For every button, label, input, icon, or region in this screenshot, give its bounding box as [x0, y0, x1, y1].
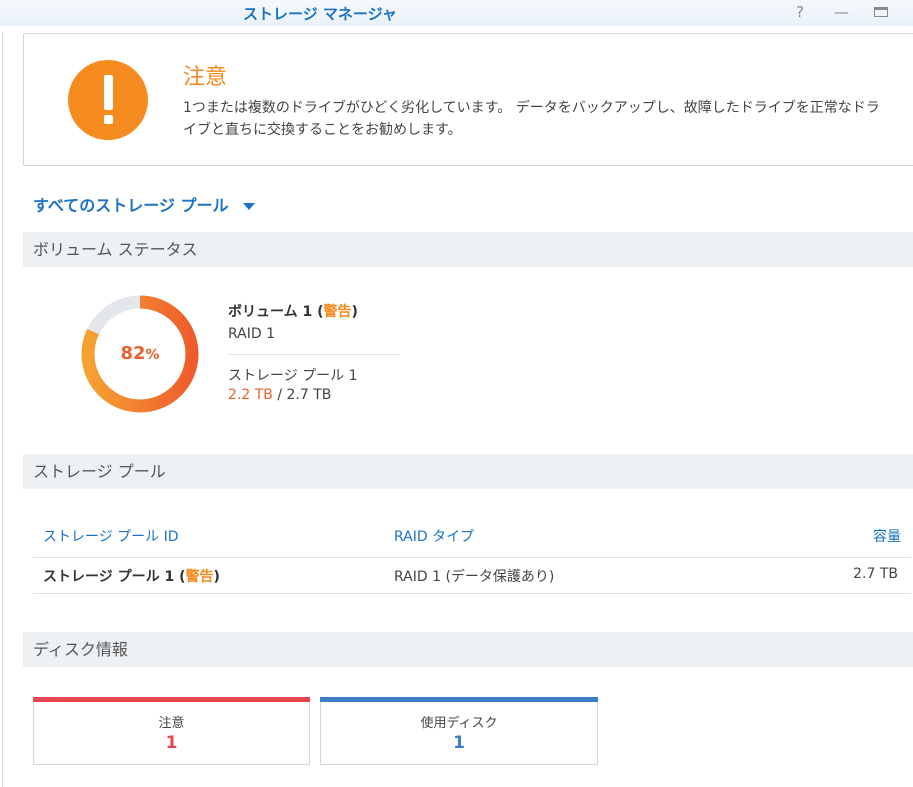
minimize-icon[interactable]: —	[834, 2, 849, 22]
pool-paren-close: )	[213, 569, 220, 585]
disks-in-use-count: 1	[453, 733, 465, 753]
disks-in-use-card[interactable]: 使用ディスク 1	[320, 697, 598, 765]
disk-warning-card[interactable]: 注意 1	[33, 697, 310, 765]
table-row-divider	[33, 593, 911, 594]
volume-usage-percent-value: 82	[120, 343, 146, 364]
disk-warning-card-bar	[33, 697, 310, 702]
table-row-raid-type: RAID 1 (データ保護あり)	[394, 569, 555, 585]
volume-paren-close: )	[351, 304, 358, 320]
volume-divider	[228, 354, 400, 355]
volume-name-text: ボリューム 1	[228, 304, 313, 320]
volume-warning-status: 警告	[323, 304, 352, 320]
maximize-icon[interactable]	[874, 7, 888, 17]
column-header-capacity[interactable]: 容量	[801, 526, 901, 546]
alert-panel: 注意 1つまたは複数のドライブがひどく劣化しています。 データをバックアップし、…	[23, 33, 913, 166]
disk-warning-label: 注意	[158, 716, 185, 731]
volume-usage-percent: 82%	[79, 343, 201, 364]
volume-pool-name: ストレージ プール 1	[228, 368, 358, 384]
window-title: ストレージ マネージャ	[243, 5, 397, 23]
storage-pool-dropdown[interactable]: すべてのストレージ プール	[33, 192, 255, 216]
volume-paren-open: (	[312, 304, 324, 320]
pool-warning-status: 警告	[185, 569, 214, 585]
exclamation-icon	[68, 60, 148, 140]
disks-in-use-card-bar	[320, 697, 598, 702]
alert-title: 注意	[183, 65, 228, 90]
table-row-pool-name[interactable]: ストレージ プール 1 (警告)	[43, 566, 220, 586]
pool-name-text: ストレージ プール 1	[43, 569, 175, 585]
disks-in-use-label: 使用ディスク	[420, 716, 498, 731]
volume-name[interactable]: ボリューム 1 (警告)	[228, 301, 358, 321]
volume-status-header: ボリューム ステータス	[23, 232, 913, 267]
table-header-divider	[33, 557, 911, 558]
volume-size-separator: /	[272, 387, 287, 403]
storage-pool-header: ストレージ プール	[23, 454, 913, 489]
volume-usage-percent-sign: %	[145, 347, 160, 363]
disk-info-header: ディスク情報	[23, 632, 913, 667]
column-header-pool-id[interactable]: ストレージ プール ID	[43, 526, 179, 546]
volume-raid-type: RAID 1	[228, 326, 276, 342]
help-icon[interactable]: ?	[796, 2, 804, 22]
exclamation-dot	[104, 115, 113, 124]
left-border	[2, 32, 3, 787]
exclamation-bar	[104, 75, 113, 110]
chevron-down-icon	[242, 203, 255, 210]
column-header-raid-type[interactable]: RAID タイプ	[394, 526, 474, 546]
title-bar: ストレージ マネージャ ? —	[0, 0, 913, 26]
pool-paren-open: (	[174, 569, 186, 585]
volume-used-size: 2.2 TB	[228, 387, 273, 403]
storage-pool-dropdown-label: すべてのストレージ プール	[33, 196, 229, 215]
table-row-capacity: 2.7 TB	[853, 566, 898, 582]
alert-message: 1つまたは複数のドライブがひどく劣化しています。 データをバックアップし、故障し…	[183, 100, 880, 138]
volume-capacity: 2.2 TB / 2.7 TB	[228, 387, 331, 403]
disk-warning-count: 1	[165, 733, 178, 753]
volume-total-size: 2.7 TB	[286, 387, 332, 403]
